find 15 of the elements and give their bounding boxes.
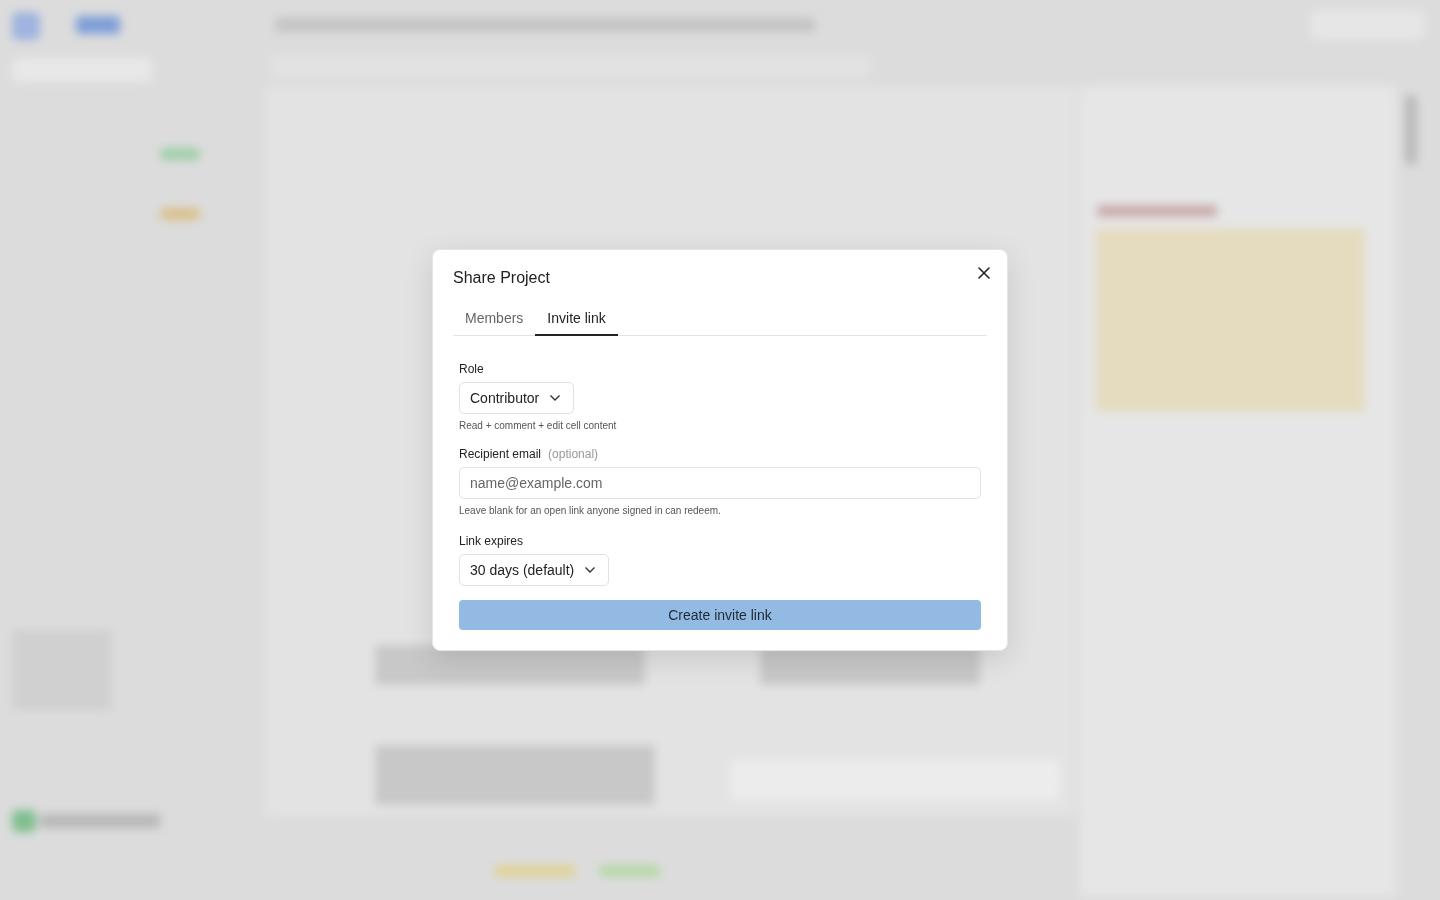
role-hint: Read + comment + edit cell content bbox=[459, 420, 617, 431]
email-input-field[interactable]: name@example.com bbox=[459, 467, 981, 499]
tab[interactable]: Members bbox=[453, 303, 536, 336]
email-hint: Leave blank for an open link anyone signed in can redeem. bbox=[459, 505, 721, 516]
expiry-dropdown[interactable]: 30 days (default) bbox=[459, 554, 610, 586]
field-label: Link expires bbox=[459, 534, 524, 548]
optional-note: (optional) bbox=[548, 447, 599, 461]
tab[interactable]: Invite link bbox=[535, 303, 618, 336]
chevron-down-icon bbox=[584, 566, 597, 574]
close-icon[interactable] bbox=[975, 264, 993, 282]
field-label: Recipient email bbox=[459, 447, 542, 461]
field-label: Role bbox=[459, 362, 484, 376]
dialog-title: Share Project bbox=[453, 269, 550, 287]
role-dropdown[interactable]: Contributor bbox=[459, 382, 575, 414]
chevron-down-icon bbox=[549, 394, 562, 402]
